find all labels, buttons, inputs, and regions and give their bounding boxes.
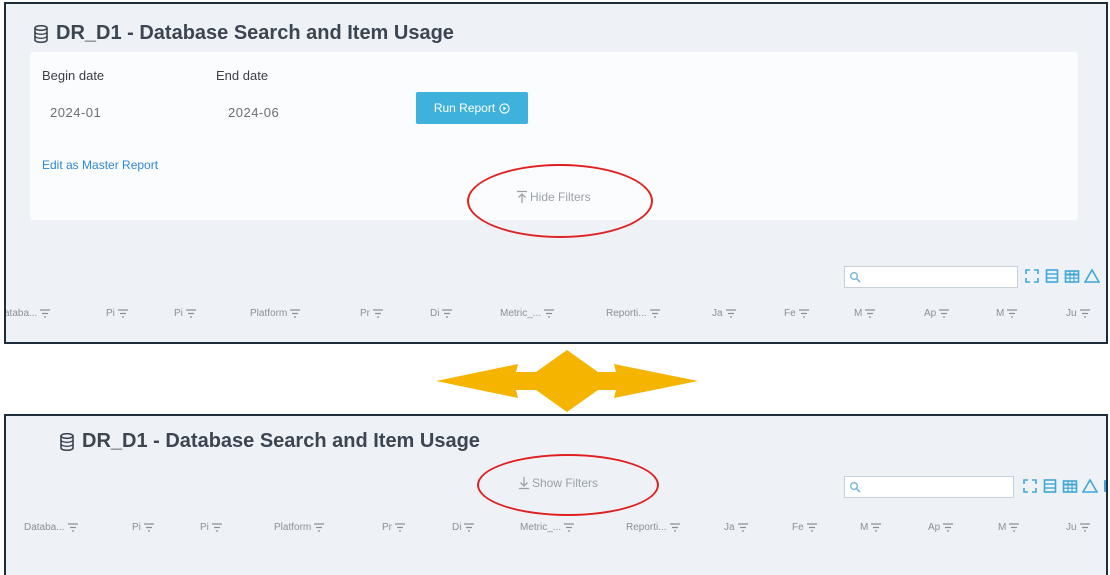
report-title-text: DR_D1 - Database Search and Item Usage xyxy=(56,22,454,44)
column-header[interactable]: Di xyxy=(452,522,475,533)
table-toolbar xyxy=(1022,478,1108,494)
column-header[interactable]: M xyxy=(854,308,876,319)
begin-date-label: Begin date xyxy=(42,68,105,83)
search-input[interactable] xyxy=(863,478,1009,496)
column-header[interactable]: Pr xyxy=(360,308,383,319)
search-input[interactable] xyxy=(863,268,1013,286)
search-icon xyxy=(850,272,861,283)
report-title: DR_D1 - Database Search and Item Usage xyxy=(60,430,480,453)
column-header[interactable]: M xyxy=(996,308,1018,319)
show-filters-label: Show Filters xyxy=(532,476,599,490)
column-header[interactable]: Pi xyxy=(174,308,196,319)
filter-icon[interactable] xyxy=(806,523,817,532)
edit-master-report-link[interactable]: Edit as Master Report xyxy=(42,158,158,172)
column-list-icon[interactable] xyxy=(1042,478,1058,494)
hide-filters-toggle[interactable]: Hide Filters xyxy=(516,190,591,204)
column-header[interactable]: Pi xyxy=(132,522,154,533)
column-header[interactable]: Metric_... xyxy=(520,522,575,533)
filter-icon[interactable] xyxy=(649,309,660,318)
filter-icon[interactable] xyxy=(725,309,736,318)
search-box[interactable] xyxy=(844,266,1018,288)
play-circle-icon xyxy=(499,102,510,114)
table-icon[interactable] xyxy=(1062,478,1078,494)
filter-icon[interactable] xyxy=(442,309,453,318)
report-panel-filters-expanded: DR_D1 - Database Search and Item Usage B… xyxy=(4,2,1108,344)
fullscreen-icon[interactable] xyxy=(1022,478,1038,494)
filter-icon[interactable] xyxy=(314,523,325,532)
column-header[interactable]: Fe xyxy=(792,522,817,533)
chart-icon[interactable] xyxy=(1082,478,1098,494)
filter-icon[interactable] xyxy=(1007,309,1018,318)
column-header[interactable]: M xyxy=(998,522,1020,533)
end-date-field[interactable]: 2024-06 xyxy=(228,105,279,120)
table-icon[interactable] xyxy=(1064,268,1080,284)
column-header[interactable]: Platform xyxy=(274,522,325,533)
filter-icon[interactable] xyxy=(40,309,51,318)
column-header[interactable]: Ap xyxy=(924,308,950,319)
hide-filters-label: Hide Filters xyxy=(530,190,591,204)
column-header[interactable]: Platform xyxy=(250,308,301,319)
column-header[interactable]: Ju xyxy=(1066,522,1090,533)
filter-icon[interactable] xyxy=(1009,523,1020,532)
filter-icon[interactable] xyxy=(211,523,222,532)
export-icon[interactable] xyxy=(1102,478,1108,494)
filter-icon[interactable] xyxy=(395,523,405,532)
column-header[interactable]: Ja xyxy=(724,522,748,533)
column-list-icon[interactable] xyxy=(1044,268,1060,284)
report-title: DR_D1 - Database Search and Item Usage xyxy=(34,22,454,45)
filter-icon[interactable] xyxy=(544,309,555,318)
report-panel-filters-collapsed: DR_D1 - Database Search and Item Usage S… xyxy=(4,414,1108,575)
column-header[interactable]: Pi xyxy=(106,308,128,319)
run-report-label: Run Report xyxy=(433,101,496,115)
run-report-button[interactable]: Run Report xyxy=(416,92,528,124)
end-date-label: End date xyxy=(216,68,269,83)
begin-date-field[interactable]: 2024-01 xyxy=(50,105,101,120)
filter-icon[interactable] xyxy=(871,523,882,532)
arrow-up-to-line-icon xyxy=(517,190,527,203)
filter-icon[interactable] xyxy=(67,523,78,532)
column-header[interactable]: Ap xyxy=(928,522,954,533)
column-header[interactable]: ataba... xyxy=(6,308,51,319)
show-filters-toggle[interactable]: Show Filters xyxy=(518,476,598,490)
report-title-text: DR_D1 - Database Search and Item Usage xyxy=(82,430,480,452)
database-icon xyxy=(60,432,74,451)
column-header[interactable]: Fe xyxy=(784,308,809,319)
search-icon xyxy=(850,482,861,493)
column-header[interactable]: Reporti... xyxy=(606,308,660,319)
filter-icon[interactable] xyxy=(943,523,954,532)
filter-icon[interactable] xyxy=(185,309,196,318)
column-header[interactable]: Ju xyxy=(1066,308,1090,319)
filter-icon[interactable] xyxy=(939,309,950,318)
chart-icon[interactable] xyxy=(1084,268,1100,284)
filters-card: Begin date 2024-01 End date 2024-06 Run … xyxy=(30,52,1078,220)
filter-icon[interactable] xyxy=(564,523,575,532)
filter-icon[interactable] xyxy=(373,309,383,318)
database-icon xyxy=(34,24,48,43)
column-header[interactable]: Metric_... xyxy=(500,308,555,319)
filter-icon[interactable] xyxy=(117,309,128,318)
filter-icon[interactable] xyxy=(798,309,809,318)
table-toolbar xyxy=(1024,268,1100,284)
column-headers: Databa... Pi Pi Platform Pr Di Metric_..… xyxy=(6,522,1106,542)
arrow-down-to-line-icon xyxy=(519,477,529,490)
column-header[interactable]: Pi xyxy=(200,522,222,533)
filter-icon[interactable] xyxy=(669,523,680,532)
filter-icon[interactable] xyxy=(865,309,876,318)
transition-arrow-icon xyxy=(436,350,698,412)
column-header[interactable]: Ja xyxy=(712,308,736,319)
column-header[interactable]: Pr xyxy=(382,522,405,533)
filter-icon[interactable] xyxy=(143,523,154,532)
fullscreen-icon[interactable] xyxy=(1024,268,1040,284)
column-header[interactable]: Databa... xyxy=(24,522,78,533)
filter-icon[interactable] xyxy=(464,523,475,532)
column-header[interactable]: Reporti... xyxy=(626,522,680,533)
search-box[interactable] xyxy=(844,476,1014,498)
filter-icon[interactable] xyxy=(737,523,748,532)
column-header[interactable]: M xyxy=(860,522,882,533)
column-headers: ataba... Pi Pi Platform Pr Di Metric_...… xyxy=(6,308,1106,328)
filter-icon[interactable] xyxy=(1079,523,1090,532)
column-header[interactable]: Di xyxy=(430,308,453,319)
filter-icon[interactable] xyxy=(1079,309,1090,318)
filter-icon[interactable] xyxy=(290,309,301,318)
